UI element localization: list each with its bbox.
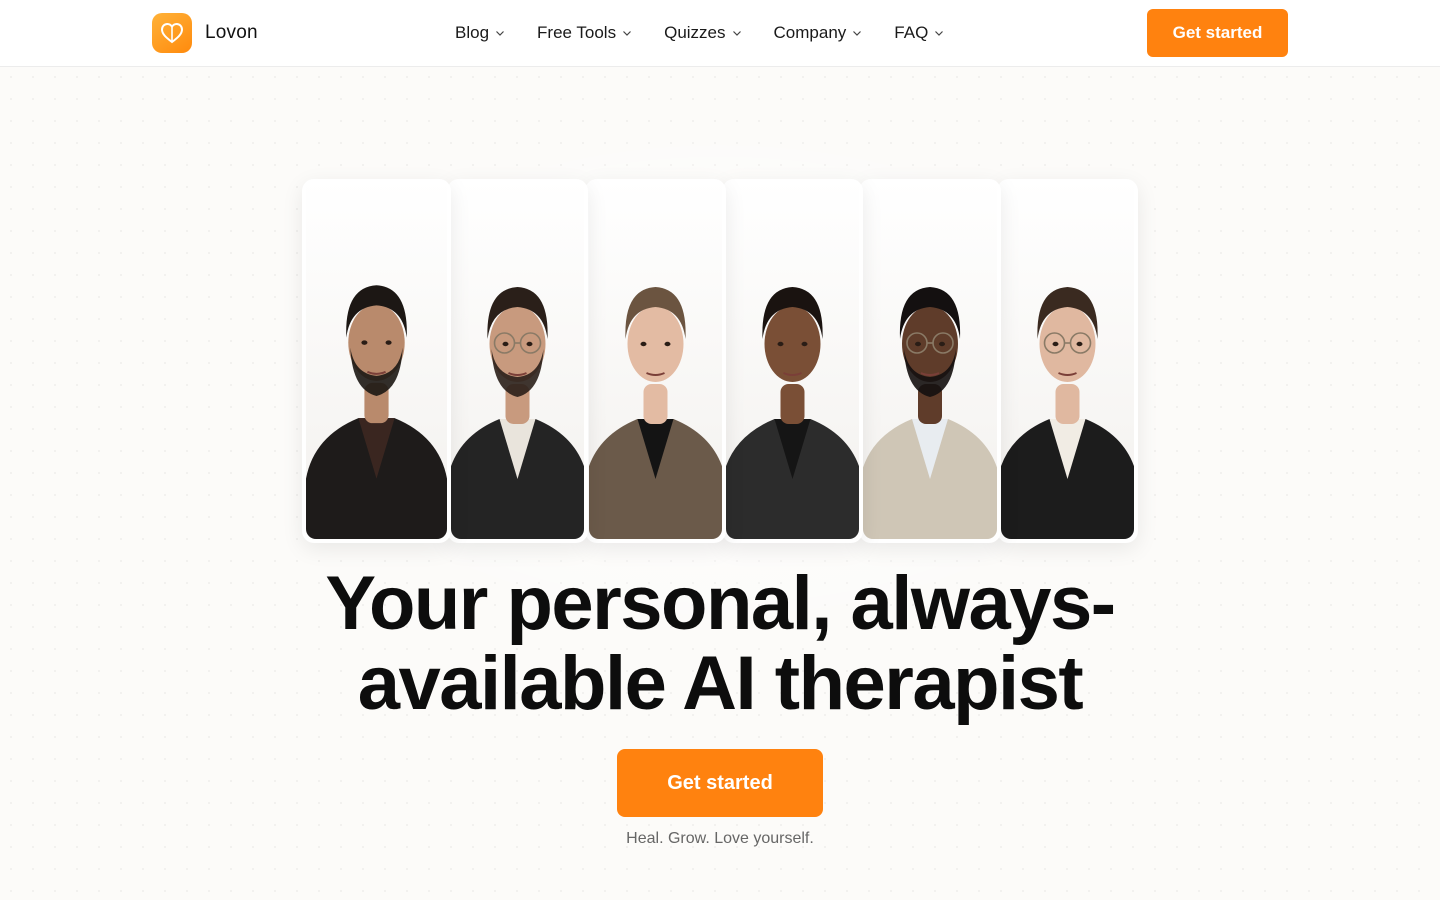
nav-label-free-tools: Free Tools [537, 23, 617, 42]
chevron-down-icon [935, 31, 944, 36]
therapist-portrait-4 [726, 179, 859, 539]
get-started-hero-button[interactable]: Get started [617, 749, 823, 817]
therapist-portrait-card [997, 179, 1138, 543]
get-started-header-button[interactable]: Get started [1147, 9, 1288, 57]
hero-headline-line-2: available AI therapist [357, 641, 1084, 726]
nav-item-faq[interactable]: FAQ [894, 23, 944, 43]
nav-label-blog: Blog [455, 23, 490, 42]
nav-item-quizzes[interactable]: Quizzes [664, 23, 741, 43]
therapist-portrait-6 [1001, 179, 1134, 539]
nav-label-quizzes: Quizzes [664, 23, 726, 42]
heart-logo-icon [152, 13, 192, 53]
hero-tagline: Heal. Grow. Love yourself. [626, 830, 814, 847]
therapist-portrait-3 [589, 179, 722, 539]
main-navigation: Blog Free Tools Quizzes Company FAQ [455, 0, 944, 66]
therapist-portrait-card [447, 179, 588, 543]
therapist-portrait-card [585, 179, 726, 543]
chevron-down-icon [732, 31, 741, 36]
nav-label-company: Company [773, 23, 847, 42]
nav-item-company[interactable]: Company [774, 23, 863, 43]
top-nav-bar: Lovon Blog Free Tools Quizzes Company FA… [0, 0, 1440, 67]
therapist-portrait-1 [306, 179, 447, 539]
chevron-down-icon [496, 31, 504, 36]
brand-name: Lovon [205, 22, 258, 43]
therapist-portrait-card [859, 179, 1001, 543]
nav-label-faq: FAQ [894, 23, 929, 42]
therapist-portrait-strip [302, 179, 1138, 543]
therapist-portrait-2 [451, 179, 584, 539]
chevron-down-icon [853, 31, 862, 36]
chevron-down-icon [623, 31, 632, 36]
hero-headline-line-1: Your personal, always- [325, 561, 1116, 646]
nav-item-blog[interactable]: Blog [455, 23, 505, 43]
therapist-portrait-5 [863, 179, 997, 539]
hero-headline: Your personal, always- available AI ther… [0, 564, 1440, 724]
therapist-portrait-card [722, 179, 863, 543]
brand-home-link[interactable]: Lovon [152, 13, 258, 53]
nav-item-free-tools[interactable]: Free Tools [537, 23, 632, 43]
therapist-portrait-card [302, 179, 451, 543]
